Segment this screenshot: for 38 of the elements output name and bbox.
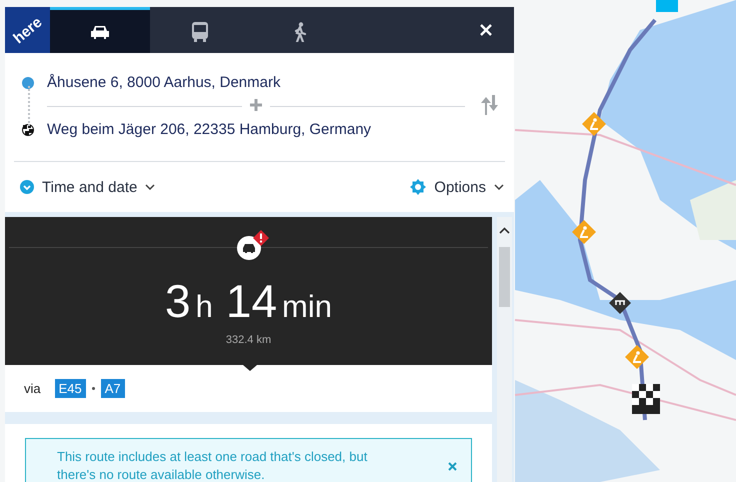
roadwork-sign-icon[interactable]	[572, 220, 596, 244]
scrollbar-thumb[interactable]	[499, 247, 510, 307]
via-label: via	[24, 381, 41, 396]
road-badge: A7	[100, 379, 125, 398]
time-and-date-button[interactable]: Time and date	[20, 178, 156, 196]
roadwork-sign-icon[interactable]	[582, 112, 606, 136]
address-field[interactable]: Weg beim Jäger 206, 22335 Hamburg, Germany	[47, 119, 447, 140]
checkered-flag-icon[interactable]	[632, 384, 660, 414]
close-icon	[448, 462, 457, 470]
chevron-down-icon	[145, 184, 156, 190]
walking-person-icon	[293, 22, 307, 42]
duration-minutes: 14	[226, 274, 278, 328]
checkered-flag-icon	[22, 124, 34, 136]
alert-message: This route includes at least one road that's closed, but there's no route available otherwise.	[57, 448, 368, 482]
chevron-circle-icon	[20, 180, 34, 194]
car-icon	[236, 236, 260, 260]
distance: 332.4 km	[226, 334, 272, 346]
scrollbar[interactable]	[497, 217, 512, 482]
swap-button[interactable]	[479, 95, 499, 118]
bus-icon	[191, 22, 209, 42]
minutes-unit: min	[282, 289, 332, 325]
plus-icon	[250, 98, 262, 110]
road-closure-sign-icon[interactable]	[609, 292, 631, 314]
logo: here	[5, 7, 50, 53]
options-button[interactable]: Options	[410, 178, 504, 196]
chevron-down-icon	[494, 184, 504, 190]
start-dot-icon	[22, 76, 34, 88]
swap-arrows-icon	[479, 95, 499, 115]
hours-unit: h	[196, 289, 213, 325]
address-field[interactable]: Åhusene 6, 8000 Aarhus, Denmark	[47, 72, 447, 93]
roadwork-sign-icon[interactable]	[625, 345, 649, 369]
scroll-up-icon	[499, 227, 510, 234]
close-icon	[480, 24, 492, 36]
gear-icon	[410, 179, 426, 195]
road-badge: E45	[54, 379, 86, 398]
car-icon	[89, 24, 111, 40]
duration-hours: 3	[165, 274, 191, 328]
travel-mode-tab[interactable]	[50, 7, 150, 53]
